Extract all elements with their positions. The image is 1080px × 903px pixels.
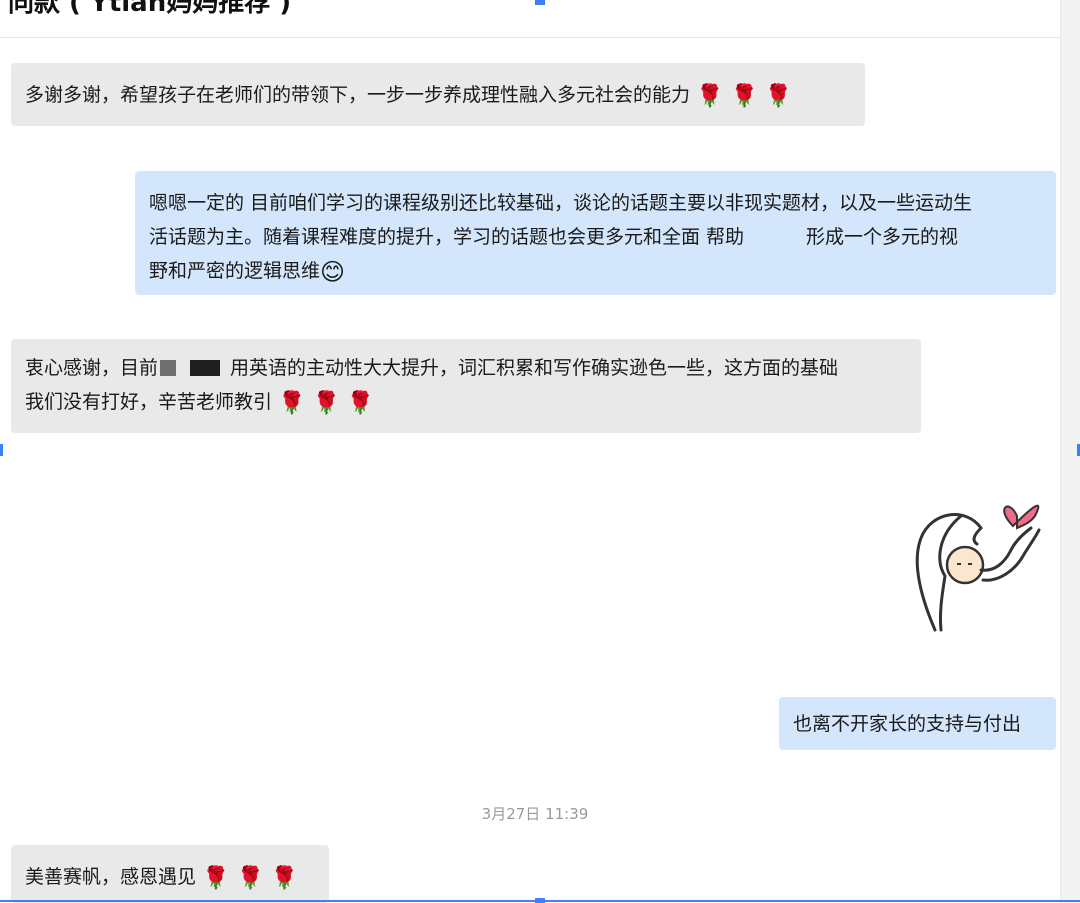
smile-emoji: 😊 xyxy=(320,258,346,286)
chat-header: 同款 ( Ytian妈妈推荐 ) xyxy=(0,0,1060,38)
message-text-line: 嗯嗯一定的 目前咱们学习的课程级别还比较基础，谈论的话题主要以非现实题材，以及一… xyxy=(149,192,973,214)
rose-emoji: 🌹 🌹 🌹 xyxy=(696,84,793,109)
message-text-line: 活话题为主。随着课程难度的提升，学习的话题也会更多元和全面 帮助 形成一个多元的视 xyxy=(149,226,959,248)
chat-title: 同款 ( Ytian妈妈推荐 ) xyxy=(8,0,292,18)
message-bubble-incoming[interactable]: 美善赛帆，感恩遇见 🌹 🌹 🌹 xyxy=(11,845,329,903)
selection-handle-left[interactable] xyxy=(0,444,3,456)
message-bubble-incoming[interactable]: 多谢多谢，希望孩子在老师们的带领下，一步一步养成理性融入多元社会的能力 🌹 🌹 … xyxy=(11,63,865,126)
message-timestamp: 3月27日 11:39 xyxy=(481,805,589,823)
message-bubble-incoming[interactable]: 衷心感谢，目前 用英语的主动性大大提升，词汇积累和写作确实逊色一些，这方面的基础 … xyxy=(11,339,921,433)
redaction-mark xyxy=(190,360,221,376)
rose-emoji: 🌹 🌹 🌹 xyxy=(278,391,375,416)
selection-handle-bottom[interactable] xyxy=(535,898,545,903)
selection-handle-top[interactable] xyxy=(535,0,545,5)
message-text-line: 我们没有打好，辛苦老师教引 🌹 🌹 🌹 xyxy=(25,391,375,416)
message-text: 多谢多谢，希望孩子在老师们的带领下，一步一步养成理性融入多元社会的能力 xyxy=(25,84,691,106)
message-bubble-outgoing[interactable]: 也离不开家长的支持与付出 xyxy=(779,697,1056,750)
rose-emoji: 🌹 🌹 🌹 xyxy=(202,866,299,891)
heart-stick-figure-sticker-icon[interactable] xyxy=(905,490,1050,635)
redaction-mark xyxy=(160,360,177,376)
message-text-line: 衷心感谢，目前 用英语的主动性大大提升，词汇积累和写作确实逊色一些，这方面的基础 xyxy=(25,357,839,379)
message-text: 美善赛帆，感恩遇见 xyxy=(25,866,197,888)
message-text: 也离不开家长的支持与付出 xyxy=(793,713,1022,735)
message-bubble-outgoing[interactable]: 嗯嗯一定的 目前咱们学习的课程级别还比较基础，谈论的话题主要以非现实题材，以及一… xyxy=(135,171,1056,295)
message-text-line: 野和严密的逻辑思维😊 xyxy=(149,258,346,286)
